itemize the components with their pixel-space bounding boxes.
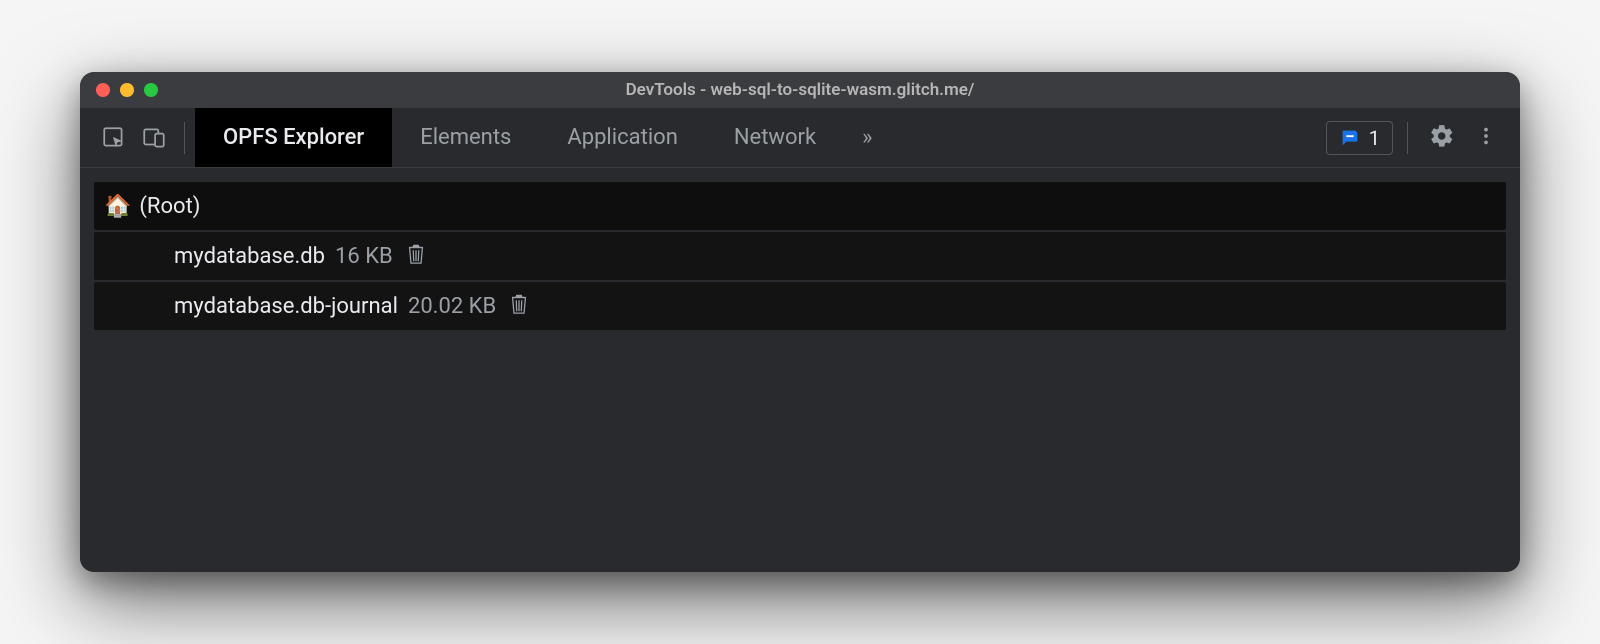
file-size: 16 KB xyxy=(335,244,393,269)
devtools-window: DevTools - web-sql-to-sqlite-wasm.glitch… xyxy=(80,72,1520,572)
delete-file-button[interactable] xyxy=(508,291,530,321)
trash-icon xyxy=(405,241,427,271)
toolbar-divider xyxy=(1407,122,1408,154)
tab-elements[interactable]: Elements xyxy=(392,108,539,167)
issues-count: 1 xyxy=(1369,126,1380,150)
gear-icon xyxy=(1429,123,1455,153)
panel-tabs: OPFS Explorer Elements Application Netwo… xyxy=(195,108,890,167)
home-icon: 🏠 xyxy=(104,194,131,219)
minimize-window-button[interactable] xyxy=(120,83,134,97)
file-row[interactable]: mydatabase.db 16 KB xyxy=(94,232,1506,280)
device-toolbar-button[interactable] xyxy=(134,118,174,158)
delete-file-button[interactable] xyxy=(405,241,427,271)
file-row[interactable]: mydatabase.db-journal 20.02 KB xyxy=(94,282,1506,330)
tab-opfs-explorer[interactable]: OPFS Explorer xyxy=(195,108,392,167)
chevron-double-right-icon: » xyxy=(862,125,872,150)
titlebar: DevTools - web-sql-to-sqlite-wasm.glitch… xyxy=(80,72,1520,108)
issues-button[interactable]: 1 xyxy=(1326,121,1393,155)
maximize-window-button[interactable] xyxy=(144,83,158,97)
toolbar-right: 1 xyxy=(1326,118,1506,158)
file-name: mydatabase.db-journal xyxy=(174,294,398,319)
inspect-element-button[interactable] xyxy=(94,118,134,158)
tab-network[interactable]: Network xyxy=(706,108,844,167)
tab-label: Elements xyxy=(420,125,511,150)
opfs-explorer-panel: 🏠 (Root) mydatabase.db 16 KB xyxy=(80,168,1520,572)
file-size: 20.02 KB xyxy=(408,294,496,319)
window-controls xyxy=(96,83,158,97)
trash-icon xyxy=(508,291,530,321)
devtools-toolbar: OPFS Explorer Elements Application Netwo… xyxy=(80,108,1520,168)
tab-label: OPFS Explorer xyxy=(223,125,364,150)
more-tabs-button[interactable]: » xyxy=(844,108,890,167)
tab-application[interactable]: Application xyxy=(539,108,705,167)
tree-root[interactable]: 🏠 (Root) xyxy=(94,182,1506,230)
toolbar-divider xyxy=(184,122,185,154)
tab-label: Application xyxy=(567,125,677,150)
root-label: (Root) xyxy=(139,194,200,219)
more-options-button[interactable] xyxy=(1466,118,1506,158)
window-title: DevTools - web-sql-to-sqlite-wasm.glitch… xyxy=(80,80,1520,100)
tab-label: Network xyxy=(734,125,816,150)
file-name: mydatabase.db xyxy=(174,244,325,269)
issues-icon xyxy=(1339,127,1361,149)
kebab-menu-icon xyxy=(1475,125,1497,151)
settings-button[interactable] xyxy=(1422,118,1462,158)
close-window-button[interactable] xyxy=(96,83,110,97)
